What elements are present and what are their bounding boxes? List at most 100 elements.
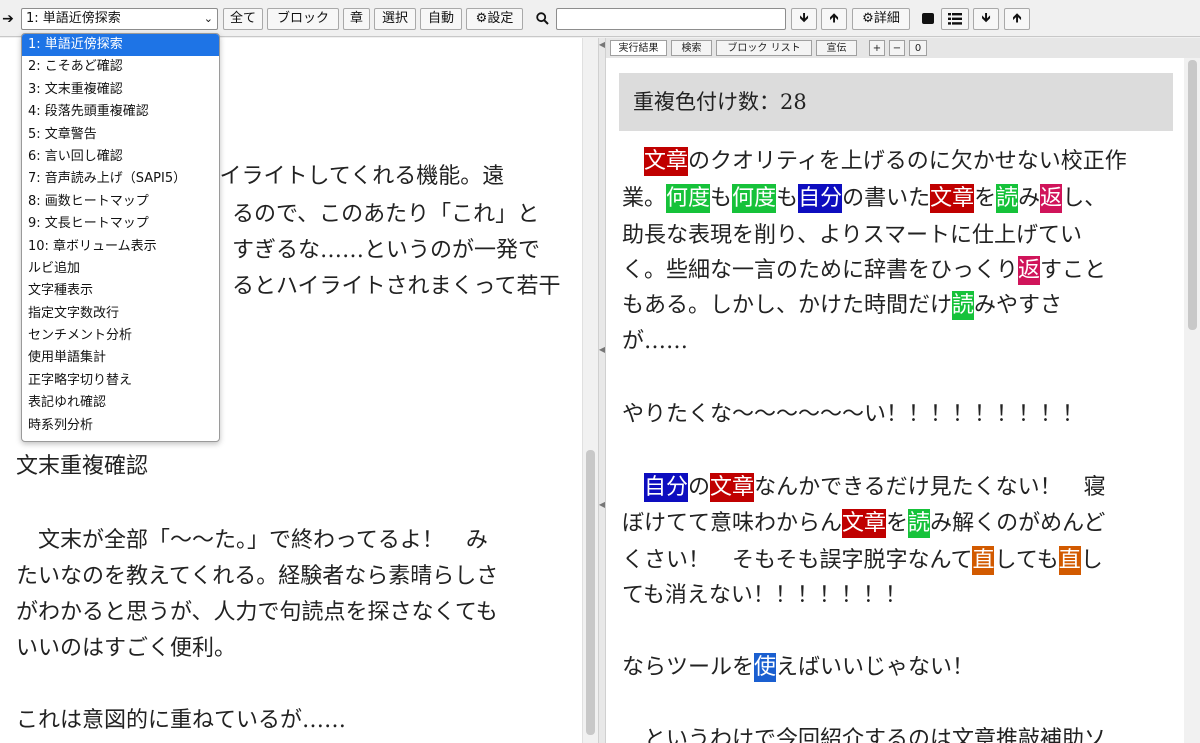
list-button[interactable] [941,8,969,30]
duplicate-highlight: 何度 [732,184,777,213]
tab-results[interactable]: 実行結果 [610,40,667,56]
dropdown-option[interactable]: 使用単語集計 [22,347,219,369]
zoom-out-button[interactable]: − [889,40,905,56]
duplicate-highlight: 自分 [644,473,689,502]
chevron-down-icon: ⌄ [203,12,213,25]
settings-button[interactable]: ⚙設定 [466,8,523,30]
function-dropdown-list: 1: 単語近傍探索 2: こそあど確認 3: 文末重複確認 4: 段落先頭重複確… [21,33,220,442]
result-text: 助長な表現を削り、よりスマートに仕上げてい [622,223,1083,248]
editor-line: がわかると思うが、人力で句読点を探さなくても [16,600,498,625]
dropdown-option[interactable]: 5: 文章警告 [22,124,219,146]
dropdown-option[interactable]: 3: 文末重複確認 [22,79,219,101]
zoom-reset-button[interactable]: 0 [909,40,927,56]
editor-line: るので、このあたり「これ」と [232,202,540,227]
result-line: 文章のクオリティを上げるのに欠かせない校正作 [622,146,1127,178]
chapter-button[interactable]: 章 [343,8,370,30]
result-text: 業。 [622,186,667,211]
result-text [622,149,644,174]
duplicate-highlight: 直 [1058,546,1081,575]
result-line: ても消えない！！！！！！！ [622,580,907,612]
result-text: やりたくな〜〜〜〜〜〜い！！！！！！！！！ [622,402,1085,427]
details-button[interactable]: ⚙詳細 [852,8,910,30]
arrow-up-icon: 🡹 [1012,11,1022,26]
collapse-left-icon[interactable]: ◀ [598,345,606,354]
dropdown-option[interactable]: 10: 章ボリューム表示 [22,236,219,258]
dropdown-option[interactable]: 4: 段落先頭重複確認 [22,101,219,123]
dropdown-option[interactable]: 8: 画数ヒートマップ [22,191,219,213]
dropdown-option[interactable]: 正字略字切り替え [22,370,219,392]
tab-ads[interactable]: 宣伝 [816,40,857,56]
dropdown-option[interactable]: ルビ追加 [22,258,219,280]
dropdown-option[interactable]: 指定文字数改行 [22,303,219,325]
result-text: も [776,186,799,211]
dropdown-option[interactable]: 時系列分析 [22,415,219,437]
duplicate-highlight: 直 [972,546,995,575]
result-text: の [688,475,711,500]
dropdown-option[interactable]: 1: 単語近傍探索 [22,34,219,57]
auto-button[interactable]: 自動 [420,8,462,30]
editor-line: ハイライトしてくれる機能。遠 [198,164,505,189]
all-button[interactable]: 全て [223,8,263,30]
result-text: し [1080,548,1103,573]
duplicate-highlight: 文章 [842,509,887,538]
settings-label: 設定 [487,11,514,26]
result-text: しても [994,548,1059,573]
list-icon [948,13,962,25]
result-text [622,475,644,500]
gear-icon: ⚙ [862,11,874,26]
duplicate-count: 重複色付け数：28 [619,73,1173,131]
dropdown-option[interactable]: 6: 言い回し確認 [22,146,219,168]
go-icon[interactable]: ➔ [0,8,16,30]
search-next-button[interactable]: 🡻 [791,8,817,30]
result-scrollbar-thumb[interactable] [1188,60,1197,330]
dropdown-option[interactable]: 表記ゆれ確認 [22,392,219,414]
result-text: み [1018,186,1041,211]
result-text: を [974,186,997,211]
result-pane: 重複色付け数：28 文章のクオリティを上げるのに欠かせない校正作 業。何度も何度… [606,58,1184,743]
collapse-left-icon[interactable]: ◀ [598,500,606,509]
move-down-button[interactable]: 🡻 [973,8,999,30]
collapse-left-icon[interactable]: ◀ [598,40,606,49]
editor-line: るとハイライトされまくって若干 [232,274,561,299]
result-text: えばいいじゃない！ [776,655,975,680]
zoom-in-button[interactable]: + [869,40,885,56]
dropdown-option[interactable]: センチメント分析 [22,325,219,347]
result-text: みやすさ [974,293,1063,318]
block-button[interactable]: ブロック [267,8,339,30]
editor-line: 文末が全部「〜〜た。」で終わってるよ！ み [16,528,488,553]
result-text: が…… [622,329,689,354]
duplicate-highlight: 読 [908,509,931,538]
details-label: 詳細 [873,11,900,26]
move-up-button[interactable]: 🡹 [1004,8,1030,30]
dropdown-option[interactable]: 2: こそあど確認 [22,56,219,78]
duplicate-highlight: 文章 [644,147,689,176]
arrow-down-icon: 🡻 [799,11,809,26]
editor-scrollbar-thumb[interactable] [586,450,595,735]
pane-splitter[interactable] [598,38,606,743]
arrow-up-icon: 🡹 [829,11,839,26]
result-text: もある。しかし、かけた時間だけ [622,293,953,318]
search-prev-button[interactable]: 🡹 [821,8,847,30]
result-line: というわけで今回紹介するのは文章推敲補助ソ [622,724,1106,743]
result-text: を [886,511,909,536]
stop-icon[interactable] [922,13,934,24]
duplicate-highlight: 返 [1040,184,1063,213]
dropdown-option[interactable]: 文字種表示 [22,280,219,302]
dropdown-option[interactable]: 7: 音声読み上げ（SAPI5） [22,168,219,190]
search-input[interactable] [556,8,786,30]
tab-block-list[interactable]: ブロック リスト [716,40,812,56]
tab-search[interactable]: 検索 [671,40,712,56]
dropdown-option[interactable]: 9: 文長ヒートマップ [22,213,219,235]
result-text: なんかできるだけ見たくない！ 寝 [754,475,1106,500]
select-button[interactable]: 選択 [374,8,416,30]
result-line: やりたくな〜〜〜〜〜〜い！！！！！！！！！ [622,399,1084,431]
result-line: くさい！ そもそも誤字脱字なんて直しても直し [622,545,1103,577]
function-select[interactable]: 1: 単語近傍探索 ⌄ [21,8,218,30]
result-text: くさい！ そもそも誤字脱字なんて [622,548,973,573]
editor-line: いいのはすごく便利。 [16,636,237,661]
result-text: も [710,186,733,211]
toolbar: ➔ 1: 単語近傍探索 ⌄ 全て ブロック 章 選択 自動 ⚙設定 🡻 🡹 ⚙詳… [0,0,1200,37]
duplicate-highlight: 読 [952,291,975,320]
result-text: し、 [1062,186,1107,211]
duplicate-highlight: 文章 [930,184,975,213]
